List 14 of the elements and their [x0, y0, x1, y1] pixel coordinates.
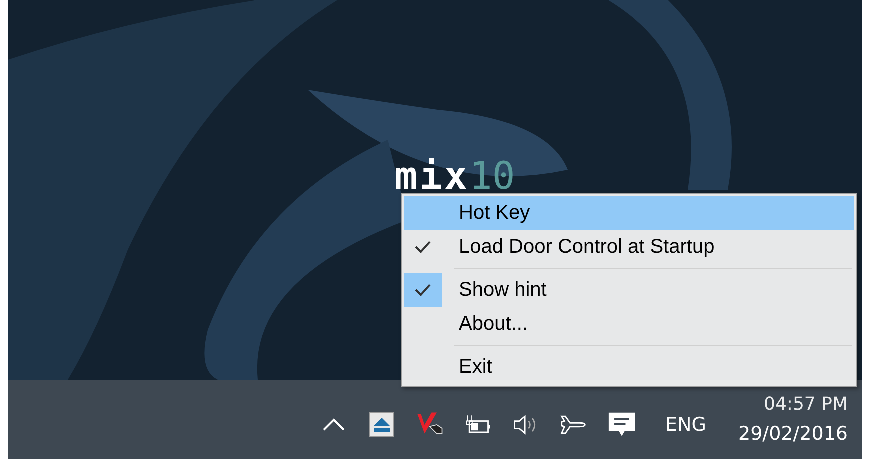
checkmark-icon: [414, 240, 432, 254]
menu-item[interactable]: About...: [404, 307, 854, 341]
notification-icon[interactable]: [608, 410, 636, 438]
checkmark-icon: [414, 283, 432, 297]
menu-item[interactable]: Load Door Control at Startup: [404, 230, 854, 264]
menu-item[interactable]: Show hint: [404, 273, 854, 307]
chevron-up-icon[interactable]: [322, 418, 346, 432]
language-indicator[interactable]: ENG: [666, 414, 706, 436]
logo: mix10: [394, 158, 516, 194]
menu-item[interactable]: Hot Key: [404, 196, 854, 230]
clock-time[interactable]: 04:57 PM: [764, 394, 848, 415]
clock-date[interactable]: 29/02/2016: [738, 423, 848, 445]
eject-icon[interactable]: [368, 412, 395, 438]
menu-item[interactable]: Exit: [404, 350, 854, 384]
